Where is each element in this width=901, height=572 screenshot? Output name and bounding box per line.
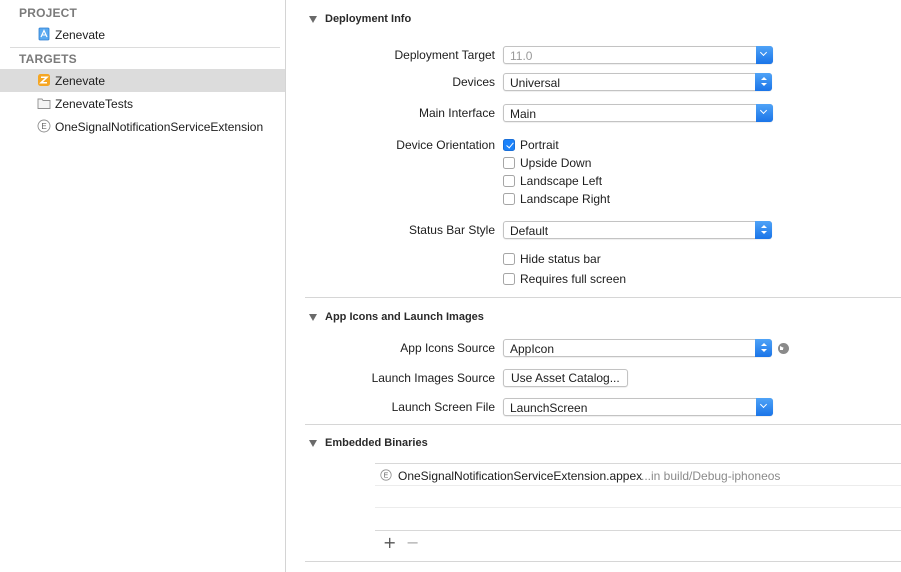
section-divider bbox=[305, 561, 901, 562]
launch-images-source-label: Launch Images Source bbox=[371, 371, 495, 385]
device-orientation-label: Device Orientation bbox=[396, 138, 495, 152]
checkbox-label: Requires full screen bbox=[520, 272, 627, 286]
extension-icon: E bbox=[37, 119, 51, 133]
orientation-landscape-left-checkbox[interactable]: Landscape Left bbox=[503, 173, 602, 189]
sidebar-item-target-zenevatetests[interactable]: ZenevateTests bbox=[0, 92, 285, 115]
section-divider bbox=[305, 424, 901, 425]
launch-screen-file-label: Launch Screen File bbox=[391, 400, 495, 414]
add-icon[interactable]: + bbox=[383, 535, 396, 551]
section-divider bbox=[305, 297, 901, 298]
app-icons-source-popup[interactable]: AppIcon bbox=[503, 339, 772, 357]
status-bar-style-value: Default bbox=[510, 224, 549, 238]
app-icons-source-label: App Icons Source bbox=[400, 341, 495, 355]
checkbox-checked-icon[interactable] bbox=[503, 139, 515, 151]
main-interface-label: Main Interface bbox=[418, 106, 495, 120]
up-down-arrows-icon bbox=[755, 73, 772, 91]
deployment-target-value: 11.0 bbox=[510, 49, 533, 63]
up-down-arrows-icon bbox=[755, 339, 772, 357]
launch-screen-file-value: LaunchScreen bbox=[510, 401, 588, 415]
go-to-asset-arrow-icon[interactable] bbox=[778, 343, 789, 354]
checkbox-label: Landscape Left bbox=[520, 174, 603, 188]
checkbox-label: Upside Down bbox=[520, 156, 592, 170]
sidebar-item-target-zenevate[interactable]: Zenevate bbox=[0, 69, 285, 92]
table-row-empty bbox=[375, 486, 901, 508]
sidebar-divider bbox=[10, 47, 280, 48]
orientation-upside-down-checkbox[interactable]: Upside Down bbox=[503, 155, 591, 171]
binary-path: ...in build/Debug-iphoneos bbox=[641, 469, 781, 483]
devices-value: Universal bbox=[510, 76, 561, 90]
use-asset-catalog-button[interactable]: Use Asset Catalog... bbox=[503, 369, 628, 387]
main-interface-combo[interactable]: Main bbox=[503, 104, 773, 122]
sidebar-item-label: Zenevate bbox=[55, 28, 106, 42]
disclosure-triangle-icon[interactable] bbox=[309, 314, 317, 321]
disclosure-triangle-icon[interactable] bbox=[309, 16, 317, 23]
sidebar-item-label: ZenevateTests bbox=[55, 97, 134, 111]
status-bar-style-label: Status Bar Style bbox=[408, 223, 495, 237]
checkbox-icon[interactable] bbox=[503, 273, 515, 285]
svg-text:E: E bbox=[41, 122, 46, 131]
deployment-target-combo[interactable]: 11.0 bbox=[503, 46, 773, 64]
checkbox-icon[interactable] bbox=[503, 157, 515, 169]
main-interface-value: Main bbox=[510, 107, 537, 121]
chevron-down-icon[interactable] bbox=[756, 46, 773, 64]
binary-name: OneSignalNotificationServiceExtension.ap… bbox=[398, 469, 643, 483]
checkbox-icon[interactable] bbox=[503, 193, 515, 205]
launch-screen-file-combo[interactable]: LaunchScreen bbox=[503, 398, 773, 416]
up-down-arrows-icon bbox=[755, 221, 772, 239]
app-target-icon bbox=[38, 74, 50, 86]
app-icons-source-value: AppIcon bbox=[510, 342, 555, 356]
sidebar-item-label: Zenevate bbox=[55, 74, 106, 88]
status-bar-style-popup[interactable]: Default bbox=[503, 221, 772, 239]
extension-icon: E bbox=[380, 469, 392, 481]
checkbox-icon[interactable] bbox=[503, 253, 515, 265]
sidebar-item-project-zenevate[interactable]: Zenevate bbox=[0, 23, 285, 46]
app-icons-title[interactable]: App Icons and Launch Images bbox=[325, 311, 484, 323]
requires-full-screen-checkbox[interactable]: Requires full screen bbox=[503, 271, 626, 287]
chevron-down-icon[interactable] bbox=[756, 104, 773, 122]
targets-header: TARGETS bbox=[19, 52, 77, 66]
xcode-project-icon bbox=[38, 27, 50, 41]
sidebar-item-target-onesignal-extension[interactable]: E OneSignalNotificationServiceExtension bbox=[0, 115, 285, 138]
deployment-target-label: Deployment Target bbox=[394, 48, 496, 62]
chevron-down-icon[interactable] bbox=[756, 398, 773, 416]
project-header: PROJECT bbox=[19, 6, 78, 20]
remove-icon[interactable]: − bbox=[406, 535, 419, 551]
devices-popup[interactable]: Universal bbox=[503, 73, 772, 91]
embedded-binaries-table: E OneSignalNotificationServiceExtension.… bbox=[375, 463, 901, 531]
embedded-binaries-title[interactable]: Embedded Binaries bbox=[325, 437, 428, 449]
orientation-landscape-right-checkbox[interactable]: Landscape Right bbox=[503, 191, 610, 207]
checkbox-label: Portrait bbox=[520, 138, 559, 152]
checkbox-label: Landscape Right bbox=[520, 192, 611, 206]
checkbox-icon[interactable] bbox=[503, 175, 515, 187]
table-row[interactable]: E OneSignalNotificationServiceExtension.… bbox=[375, 464, 901, 486]
checkbox-label: Hide status bar bbox=[520, 252, 601, 266]
project-navigator-sidebar: PROJECT Zenevate TARGETS Zenevate Zeneva… bbox=[0, 0, 286, 572]
general-settings-pane: Deployment Info Deployment Target 11.0 D… bbox=[287, 0, 901, 572]
hide-status-bar-checkbox[interactable]: Hide status bar bbox=[503, 251, 601, 267]
sidebar-item-label: OneSignalNotificationServiceExtension bbox=[55, 120, 264, 134]
disclosure-triangle-icon[interactable] bbox=[309, 440, 317, 447]
devices-label: Devices bbox=[452, 75, 495, 89]
svg-text:E: E bbox=[384, 473, 389, 480]
test-bundle-icon bbox=[37, 98, 51, 109]
orientation-portrait-checkbox[interactable]: Portrait bbox=[503, 137, 559, 153]
deployment-info-title[interactable]: Deployment Info bbox=[325, 13, 411, 25]
